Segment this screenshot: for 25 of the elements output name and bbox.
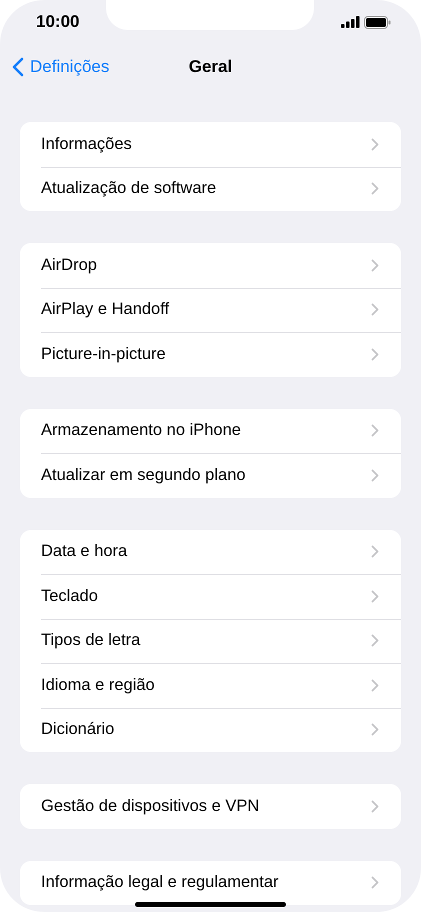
- chevron-icon: [371, 590, 379, 603]
- signal-icon: [341, 16, 360, 28]
- chevron-icon: [371, 545, 379, 558]
- chevron-icon: [371, 468, 379, 482]
- settings-row[interactable]: Dicionário: [20, 708, 401, 752]
- chevron-icon: [371, 138, 379, 151]
- back-chevron-icon: [12, 57, 24, 77]
- chevron-icon: [371, 303, 379, 316]
- chevron-icon: [371, 348, 379, 361]
- settings-row[interactable]: Gestão de dispositivos e VPN: [20, 784, 401, 828]
- settings-row[interactable]: Atualização de software: [20, 166, 401, 211]
- chevron-icon: [371, 182, 379, 196]
- settings-row[interactable]: Informação legal e regulamentar: [20, 860, 401, 905]
- status-time: 10:00: [36, 11, 80, 34]
- chevron-icon: [371, 876, 379, 890]
- chevron-icon: [371, 634, 379, 648]
- settings-row[interactable]: Picture-in-picture: [20, 332, 401, 376]
- chevron-icon: [371, 258, 379, 272]
- chevron-icon: [371, 678, 379, 692]
- settings-row[interactable]: Atualizar em segundo plano: [20, 453, 401, 498]
- battery-icon: [364, 16, 391, 28]
- chevron-icon: [371, 800, 379, 813]
- chevron-icon: [371, 723, 379, 736]
- chevron-icon: [371, 424, 379, 438]
- page-title: Geral: [188, 56, 232, 78]
